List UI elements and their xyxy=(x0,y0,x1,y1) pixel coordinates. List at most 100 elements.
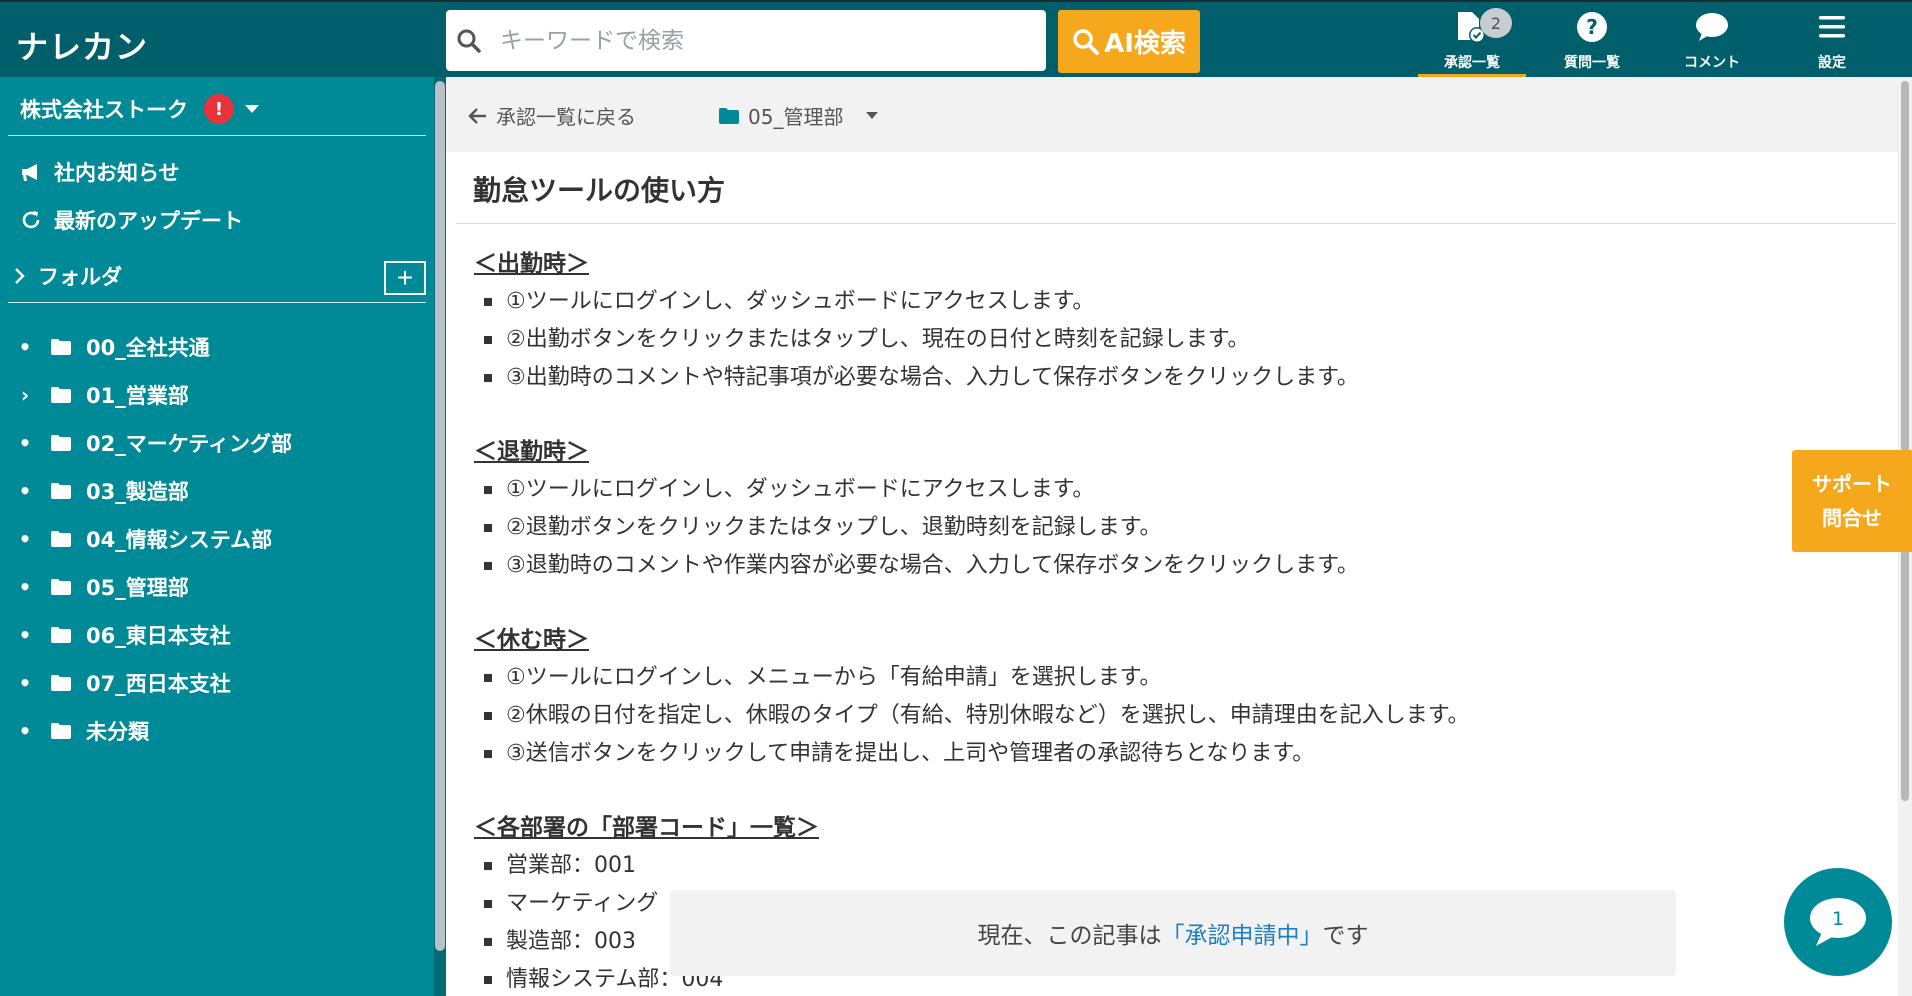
nav-label: 承認一覧 xyxy=(1444,55,1500,71)
refresh-icon xyxy=(22,211,40,229)
square-bullet xyxy=(484,298,492,306)
section-heading: ＜退勤時＞ xyxy=(474,439,589,465)
sidebar-divider xyxy=(8,135,426,136)
search-box[interactable] xyxy=(446,10,1046,71)
sidebar-link-label: 社内お知らせ xyxy=(54,161,180,185)
list-item-text: ③退勤時のコメントや作業内容が必要な場合、入力して保存ボタンをクリックします。 xyxy=(506,553,1359,578)
folder-item[interactable]: › 01_営業部 xyxy=(14,371,292,419)
nav-question-list[interactable]: ? 質問一覧 xyxy=(1538,8,1646,76)
folder-bullet: • xyxy=(18,623,32,647)
folder-label: 未分類 xyxy=(86,720,149,744)
folder-bullet: • xyxy=(18,671,32,695)
folder-item[interactable]: • 02_マーケティング部 xyxy=(14,419,292,467)
sidebar-link-announcements[interactable]: 社内お知らせ xyxy=(20,157,180,187)
list-item-text: ②退勤ボタンをクリックまたはタップし、退勤時刻を記録します。 xyxy=(506,515,1162,540)
nav-comments[interactable]: コメント xyxy=(1658,8,1766,76)
back-to-approval-link[interactable]: 承認一覧に戻る xyxy=(468,101,636,130)
company-switcher[interactable]: 株式会社ストーク ! xyxy=(20,91,260,127)
sidebar-link-label: 最新のアップデート xyxy=(54,209,243,233)
title-divider xyxy=(456,223,1896,224)
list-item-text: ①ツールにログインし、ダッシュボードにアクセスします。 xyxy=(506,477,1095,502)
main-scroll-thumb[interactable] xyxy=(1901,81,1909,801)
section-list: ①ツールにログインし、メニューから「有給申請」を選択します。 ②休暇の日付を指定… xyxy=(474,659,1854,773)
article-body: ＜出勤時＞ ①ツールにログインし、ダッシュボードにアクセスします。 ②出勤ボタン… xyxy=(474,245,1854,996)
sidebar-scroll-thumb[interactable] xyxy=(435,81,445,951)
list-item-text: ②休暇の日付を指定し、休暇のタイプ（有給、特別休暇など）を選択し、申請理由を記入… xyxy=(506,703,1470,728)
top-header: ナレカン AI検索 2 承認一覧 xyxy=(0,0,1912,78)
list-item: 営業部：001 xyxy=(474,847,1854,885)
ai-search-button[interactable]: AI検索 xyxy=(1058,10,1200,73)
folder-item[interactable]: • 07_西日本支社 xyxy=(14,659,292,707)
list-item-text: ③送信ボタンをクリックして申請を提出し、上司や管理者の承認待ちとなります。 xyxy=(506,741,1315,766)
folder-section-label: フォルダ xyxy=(38,265,122,289)
folder-item[interactable]: • 03_製造部 xyxy=(14,467,292,515)
list-item-text: 営業部：001 xyxy=(506,853,636,878)
approval-doc-icon: 2 xyxy=(1452,8,1512,46)
square-bullet xyxy=(484,524,492,532)
arrow-left-icon xyxy=(468,107,486,124)
chevron-right-icon xyxy=(15,268,25,284)
support-label-line2: 問合せ xyxy=(1822,506,1882,530)
folder-section-toggle[interactable]: フォルダ xyxy=(14,261,122,291)
nav-settings[interactable]: 設定 xyxy=(1778,8,1886,76)
square-bullet xyxy=(484,900,492,908)
article-title: 勤怠ツールの使い方 xyxy=(473,174,726,207)
list-item-text: マーケティング xyxy=(506,891,659,916)
folder-label: 02_マーケティング部 xyxy=(86,432,293,456)
back-link-label: 承認一覧に戻る xyxy=(496,105,636,129)
folder-expand-chevron[interactable]: › xyxy=(14,383,36,407)
folder-bullet: • xyxy=(18,527,32,551)
list-item: ③出勤時のコメントや特記事項が必要な場合、入力して保存ボタンをクリックします。 xyxy=(474,359,1854,397)
list-item: ③送信ボタンをクリックして申請を提出し、上司や管理者の承認待ちとなります。 xyxy=(474,735,1854,773)
list-item: ①ツールにログインし、メニューから「有給申請」を選択します。 xyxy=(474,659,1854,697)
folder-breadcrumb[interactable]: 05_管理部 xyxy=(718,101,879,130)
caret-down-icon xyxy=(866,112,879,119)
square-bullet xyxy=(484,862,492,870)
chat-fab-button[interactable]: 1 xyxy=(1784,868,1892,976)
add-folder-button[interactable]: + xyxy=(384,261,426,295)
section-heading: ＜出勤時＞ xyxy=(474,251,589,277)
list-item: ①ツールにログインし、ダッシュボードにアクセスします。 xyxy=(474,283,1854,321)
folder-item[interactable]: • 04_情報システム部 xyxy=(14,515,292,563)
list-item-text: ②出勤ボタンをクリックまたはタップし、現在の日付と時刻を記録します。 xyxy=(506,327,1250,352)
sidebar-link-latest-updates[interactable]: 最新のアップデート xyxy=(20,205,243,235)
list-item: ①ツールにログインし、ダッシュボードにアクセスします。 xyxy=(474,471,1854,509)
hamburger-menu-icon xyxy=(1817,8,1847,46)
nav-approval-list[interactable]: 2 承認一覧 xyxy=(1418,8,1526,78)
chat-count: 1 xyxy=(1832,908,1844,930)
folder-icon xyxy=(50,434,72,452)
folder-item[interactable]: • 05_管理部 xyxy=(14,563,292,611)
app-logo[interactable]: ナレカン xyxy=(16,22,148,68)
support-contact-tab[interactable]: サポート 問合せ xyxy=(1792,450,1912,552)
nav-label: 設定 xyxy=(1818,55,1846,71)
svg-text:?: ? xyxy=(1586,15,1598,39)
folder-bullet: • xyxy=(18,719,32,743)
folder-icon xyxy=(50,530,72,548)
folder-label: 00_全社共通 xyxy=(86,336,210,360)
folder-item[interactable]: • 06_東日本支社 xyxy=(14,611,292,659)
folder-label: 03_製造部 xyxy=(86,480,189,504)
sidebar-divider xyxy=(8,302,426,303)
folder-item[interactable]: • 00_全社共通 xyxy=(14,323,292,371)
sidebar: 株式会社ストーク ! 社内お知らせ 最新のアップデート フォルダ + • 00_全… xyxy=(0,77,446,996)
folder-label: 06_東日本支社 xyxy=(86,624,231,648)
sidebar-scrollbar[interactable] xyxy=(434,77,446,996)
folder-bullet: • xyxy=(18,575,32,599)
folder-icon xyxy=(50,674,72,692)
status-prefix: 現在、この記事は xyxy=(977,923,1162,949)
nav-label: 質問一覧 xyxy=(1564,55,1620,71)
section-heading: ＜休む時＞ xyxy=(474,627,589,653)
company-name: 株式会社ストーク xyxy=(20,98,188,122)
search-input[interactable] xyxy=(500,27,1020,54)
support-label-line1: サポート xyxy=(1812,472,1892,496)
list-item-text: ①ツールにログインし、ダッシュボードにアクセスします。 xyxy=(506,289,1095,314)
folder-icon xyxy=(50,722,72,740)
square-bullet xyxy=(484,938,492,946)
folder-icon xyxy=(50,386,72,404)
square-bullet xyxy=(484,486,492,494)
folder-item[interactable]: • 未分類 xyxy=(14,707,292,755)
list-item-text: 製造部：003 xyxy=(506,929,636,954)
section-list: ①ツールにログインし、ダッシュボードにアクセスします。 ②出勤ボタンをクリックま… xyxy=(474,283,1854,397)
search-icon xyxy=(1073,28,1100,55)
square-bullet xyxy=(484,562,492,570)
